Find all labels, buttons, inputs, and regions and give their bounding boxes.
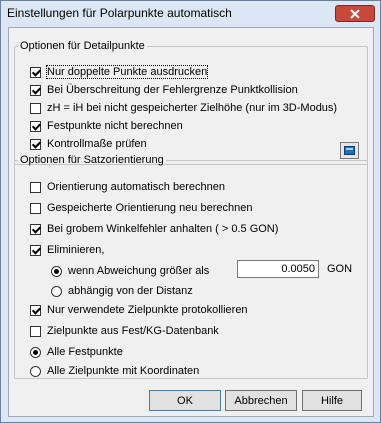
option-label: Kontrollmaße prüfen (47, 138, 147, 150)
threshold-unit: GON (327, 263, 353, 275)
option-orientierung-neu-berechnen[interactable]: Gespeicherte Orientierung neu berechnen (30, 201, 252, 215)
option-label: Gespeicherte Orientierung neu berechnen (47, 202, 253, 214)
dialog-window: Einstellungen für Polarpunkte automatisc… (0, 0, 381, 423)
option-orientierung-automatisch[interactable]: Orientierung automatisch berechnen (30, 180, 225, 194)
radio-label: Alle Festpunkte (47, 346, 123, 358)
radio-label: abhängig von der Distanz (68, 285, 193, 297)
dialog-client: Optionen für Detailpunkte Nur doppelte P… (8, 27, 374, 417)
title-bar[interactable]: Einstellungen für Polarpunkte automatisc… (1, 1, 380, 25)
checkbox[interactable] (30, 84, 41, 96)
option-label: Zielpunkte aus Fest/KG-Datenbank (47, 325, 219, 337)
radio-button[interactable] (51, 285, 62, 297)
radio-button[interactable] (30, 346, 41, 358)
option-winkelfehler-anhalten[interactable]: Bei grobem Winkelfehler anhalten ( > 0.5… (30, 222, 278, 236)
checkbox[interactable] (30, 102, 41, 114)
cancel-button[interactable]: Abbrechen (225, 390, 297, 411)
option-nur-doppelte-punkte[interactable]: Nur doppelte Punkte ausdrucken (30, 65, 209, 79)
close-button[interactable] (335, 5, 375, 22)
checkbox[interactable] (30, 66, 41, 78)
radio-button[interactable] (51, 265, 62, 277)
checkbox[interactable] (30, 202, 41, 214)
orientation-options-legend: Optionen für Satzorientierung (20, 154, 164, 166)
radio-abhaengig-distanz[interactable]: abhängig von der Distanz (51, 284, 193, 298)
option-zielpunkte-datenbank[interactable]: Zielpunkte aus Fest/KG-Datenbank (30, 324, 219, 338)
option-label: Bei Überschreitung der Fehlergrenze Punk… (47, 84, 298, 96)
radio-label: Alle Zielpunkte mit Koordinaten (47, 365, 200, 377)
option-label: Nur verwendete Zielpunkte protokollieren (47, 304, 248, 316)
option-label: Bei grobem Winkelfehler anhalten ( > 0.5… (47, 223, 279, 235)
option-zh-gleich-ih[interactable]: zH = iH bei nicht gespeicherter Zielhöhe… (30, 101, 337, 115)
option-kontrollmasse-pruefen[interactable]: Kontrollmaße prüfen (30, 137, 147, 151)
checkbox[interactable] (30, 181, 41, 193)
threshold-input[interactable] (237, 260, 319, 278)
detail-options-legend: Optionen für Detailpunkte (20, 40, 145, 52)
checkbox[interactable] (30, 325, 41, 337)
option-label: zH = iH bei nicht gespeicherter Zielhöhe… (47, 102, 338, 114)
option-zielpunkte-protokollieren[interactable]: Nur verwendete Zielpunkte protokollieren (30, 303, 248, 317)
checkbox[interactable] (30, 244, 41, 256)
option-label: Nur doppelte Punkte ausdrucken (45, 65, 209, 79)
radio-abweichung-groesser[interactable]: wenn Abweichung größer als (51, 264, 209, 278)
radio-label: wenn Abweichung größer als (68, 265, 210, 277)
option-eliminieren[interactable]: Eliminieren, (30, 243, 104, 257)
ok-button[interactable]: OK (149, 390, 221, 411)
dialog-title: Einstellungen für Polarpunkte automatisc… (7, 6, 232, 20)
checkbox[interactable] (30, 120, 41, 132)
radio-alle-festpunkte[interactable]: Alle Festpunkte (30, 345, 123, 359)
checkbox[interactable] (30, 304, 41, 316)
radio-alle-zielpunkte[interactable]: Alle Zielpunkte mit Koordinaten (30, 364, 199, 378)
help-button[interactable]: Hilfe (302, 390, 362, 411)
checkbox[interactable] (30, 223, 41, 235)
option-fehlergrenze-punktkollision[interactable]: Bei Überschreitung der Fehlergrenze Punk… (30, 83, 298, 97)
close-icon (350, 9, 360, 19)
option-label: Festpunkte nicht berechnen (47, 120, 183, 132)
option-label: Eliminieren, (47, 244, 105, 256)
radio-button[interactable] (30, 365, 41, 377)
option-festpunkte-nicht-berechnen[interactable]: Festpunkte nicht berechnen (30, 119, 183, 133)
checkbox[interactable] (30, 138, 41, 150)
option-label: Orientierung automatisch berechnen (47, 181, 225, 193)
